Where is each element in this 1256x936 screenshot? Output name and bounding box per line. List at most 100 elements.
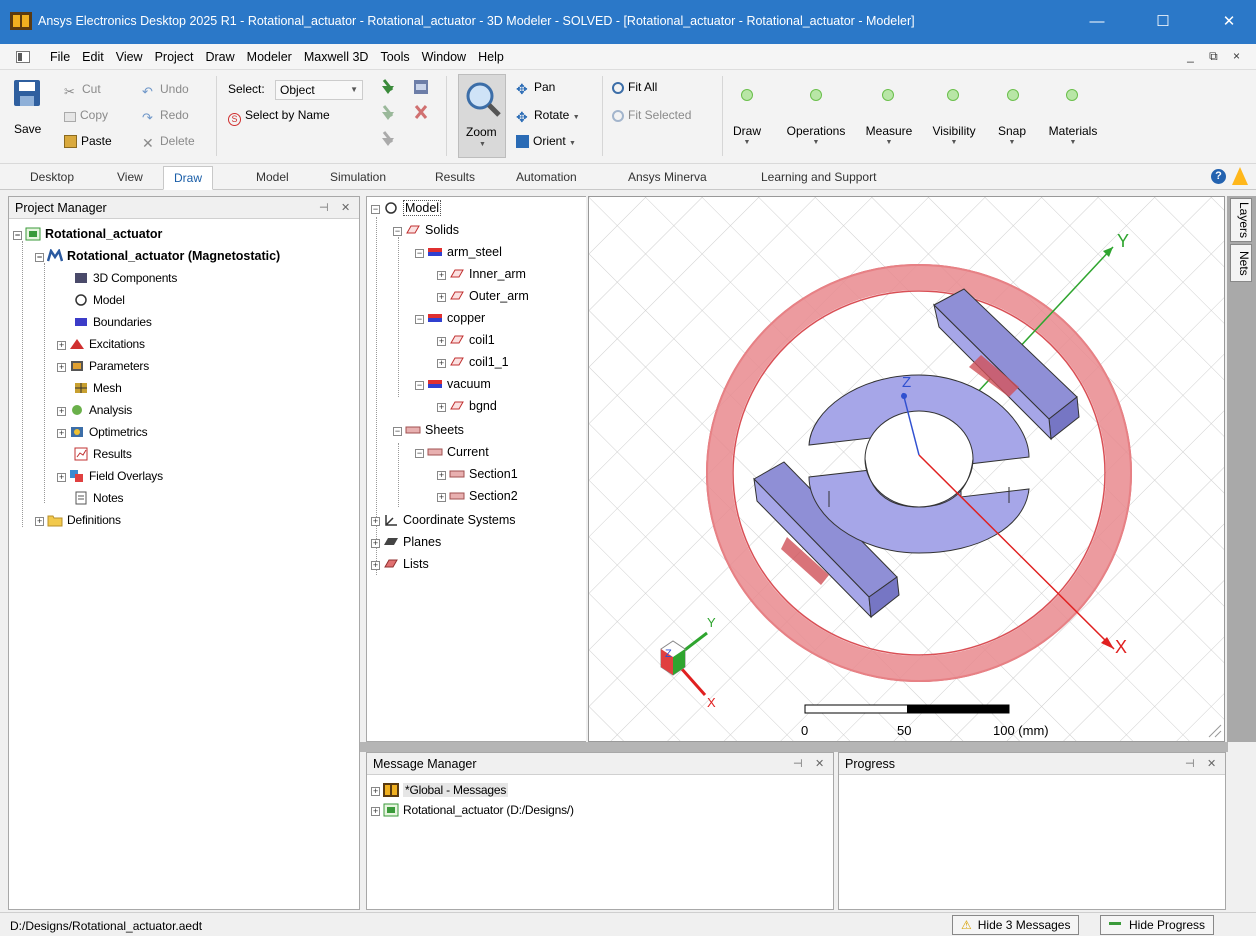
menu-window[interactable]: Window: [416, 50, 472, 64]
expand-icon[interactable]: +: [57, 407, 66, 416]
tab-model[interactable]: Model: [256, 170, 289, 184]
tree-parameters[interactable]: + Parameters: [57, 357, 149, 375]
tree-analysis[interactable]: + Analysis: [57, 401, 132, 419]
tree-definitions[interactable]: + Definitions: [35, 511, 121, 529]
tree-field-overlays[interactable]: + Field Overlays: [57, 467, 163, 485]
collapse-icon[interactable]: −: [415, 315, 424, 324]
delete-button[interactable]: ✕ Delete: [142, 134, 195, 151]
expand-icon[interactable]: +: [437, 471, 446, 480]
tab-learning-and-support[interactable]: Learning and Support: [761, 170, 876, 184]
tree-results[interactable]: Results: [73, 445, 132, 463]
menu-project[interactable]: Project: [149, 50, 200, 64]
select-by-name-button[interactable]: S Select by Name: [228, 108, 330, 126]
expand-icon[interactable]: +: [437, 337, 446, 346]
model-tree-coil1-1[interactable]: + coil1_1: [437, 353, 509, 371]
tree-project-root[interactable]: − Rotational_actuator: [13, 225, 162, 243]
pin-icon[interactable]: ⊣: [1185, 757, 1195, 770]
nets-tab[interactable]: Nets: [1230, 244, 1252, 282]
menu-modeler[interactable]: Modeler: [241, 50, 298, 64]
model-tree-section2[interactable]: + Section2: [437, 487, 518, 505]
tab-results[interactable]: Results: [435, 170, 475, 184]
fit-all-button[interactable]: Fit All: [612, 80, 657, 94]
undo-button[interactable]: ↶ Undo: [142, 82, 189, 99]
collapse-icon[interactable]: −: [393, 227, 402, 236]
menu-maxwell3d[interactable]: Maxwell 3D: [298, 50, 375, 64]
snap-group-button[interactable]: Snap ▼: [992, 124, 1032, 148]
layers-tab[interactable]: Layers: [1230, 198, 1252, 242]
tree-excitations[interactable]: + Excitations: [57, 335, 145, 353]
tab-desktop[interactable]: Desktop: [30, 170, 74, 184]
minimize-button[interactable]: —: [1082, 10, 1112, 34]
expand-icon[interactable]: +: [437, 403, 446, 412]
tab-ansys-minerva[interactable]: Ansys Minerva: [628, 170, 707, 184]
tree-boundaries[interactable]: Boundaries: [73, 313, 152, 331]
pan-button[interactable]: ✥ Pan: [516, 80, 555, 97]
close-panel-icon[interactable]: ✕: [1207, 757, 1216, 770]
model-tree-coordinate-systems[interactable]: + Coordinate Systems: [371, 511, 516, 529]
3d-modeler-viewport[interactable]: Y X Z Y X Z 0 50 100 (mm): [588, 196, 1225, 742]
draw-group-button[interactable]: Draw ▼: [726, 124, 768, 148]
mdi-window-controls[interactable]: _ ⧉ ×: [1187, 49, 1246, 64]
tree-3d-components[interactable]: 3D Components: [73, 269, 177, 287]
expand-icon[interactable]: +: [371, 787, 380, 796]
collapse-icon[interactable]: −: [371, 205, 380, 214]
collapse-icon[interactable]: −: [35, 253, 44, 262]
maximize-button[interactable]: ☐: [1148, 10, 1178, 34]
model-tree-outer-arm[interactable]: + Outer_arm: [437, 287, 529, 305]
tab-simulation[interactable]: Simulation: [330, 170, 386, 184]
model-view-canvas[interactable]: Y X Z Y X Z 0 50 100 (mm): [589, 197, 1225, 742]
paste-button[interactable]: Paste: [64, 134, 112, 148]
zoom-button[interactable]: Zoom ▼: [458, 74, 506, 158]
collapse-icon[interactable]: −: [415, 449, 424, 458]
message-project[interactable]: + Rotational_actuator (D:/Designs/): [371, 801, 574, 819]
save-button[interactable]: Save: [10, 78, 46, 138]
message-global[interactable]: + *Global - Messages: [371, 781, 509, 799]
close-panel-icon[interactable]: ✕: [341, 201, 350, 214]
expand-icon[interactable]: +: [437, 493, 446, 502]
model-tree-copper[interactable]: − copper: [415, 309, 485, 327]
select-tools-icons[interactable]: [378, 76, 438, 156]
close-button[interactable]: ✕: [1214, 10, 1244, 34]
menu-draw[interactable]: Draw: [199, 50, 240, 64]
close-panel-icon[interactable]: ✕: [815, 757, 824, 770]
expand-icon[interactable]: +: [57, 429, 66, 438]
expand-icon[interactable]: +: [437, 293, 446, 302]
expand-icon[interactable]: +: [371, 807, 380, 816]
menu-file[interactable]: File: [44, 50, 76, 64]
expand-icon[interactable]: +: [437, 359, 446, 368]
redo-button[interactable]: ↷ Redo: [142, 108, 189, 125]
horizontal-splitter[interactable]: [360, 742, 1228, 752]
model-tree-vacuum[interactable]: − vacuum: [415, 375, 491, 393]
collapse-icon[interactable]: −: [393, 427, 402, 436]
pin-icon[interactable]: ⊣: [319, 201, 329, 214]
tab-automation[interactable]: Automation: [516, 170, 577, 184]
hide-progress-button[interactable]: Hide Progress: [1100, 915, 1215, 935]
measure-group-button[interactable]: Measure ▼: [858, 124, 920, 148]
expand-icon[interactable]: +: [371, 517, 380, 526]
cut-button[interactable]: ✂ Cut: [64, 82, 101, 99]
model-tree-solids[interactable]: − Solids: [393, 221, 459, 239]
collapse-icon[interactable]: −: [13, 231, 22, 240]
expand-icon[interactable]: +: [437, 271, 446, 280]
help-icon[interactable]: ?: [1211, 169, 1226, 184]
model-tree-root[interactable]: − Model: [371, 199, 442, 217]
system-menu-icon[interactable]: [16, 51, 30, 63]
menu-edit[interactable]: Edit: [76, 50, 110, 64]
expand-icon[interactable]: +: [35, 517, 44, 526]
menu-view[interactable]: View: [110, 50, 149, 64]
collapse-icon[interactable]: −: [415, 381, 424, 390]
select-mode-dropdown[interactable]: Object ▼: [275, 80, 363, 100]
copy-button[interactable]: Copy: [64, 108, 108, 122]
model-tree-sheets[interactable]: − Sheets: [393, 421, 464, 439]
rotate-button[interactable]: ✥ Rotate ▼: [516, 108, 580, 125]
tree-optimetrics[interactable]: + Optimetrics: [57, 423, 148, 441]
menu-tools[interactable]: Tools: [374, 50, 415, 64]
tree-design[interactable]: − Rotational_actuator (Magnetostatic): [35, 247, 280, 265]
model-tree-arm-steel[interactable]: − arm_steel: [415, 243, 502, 261]
model-tree-section1[interactable]: + Section1: [437, 465, 518, 483]
tree-mesh[interactable]: Mesh: [73, 379, 122, 397]
tab-draw[interactable]: Draw: [163, 166, 214, 190]
orient-button[interactable]: Orient ▼: [516, 134, 576, 148]
model-tree-inner-arm[interactable]: + Inner_arm: [437, 265, 526, 283]
tab-view[interactable]: View: [117, 170, 143, 184]
